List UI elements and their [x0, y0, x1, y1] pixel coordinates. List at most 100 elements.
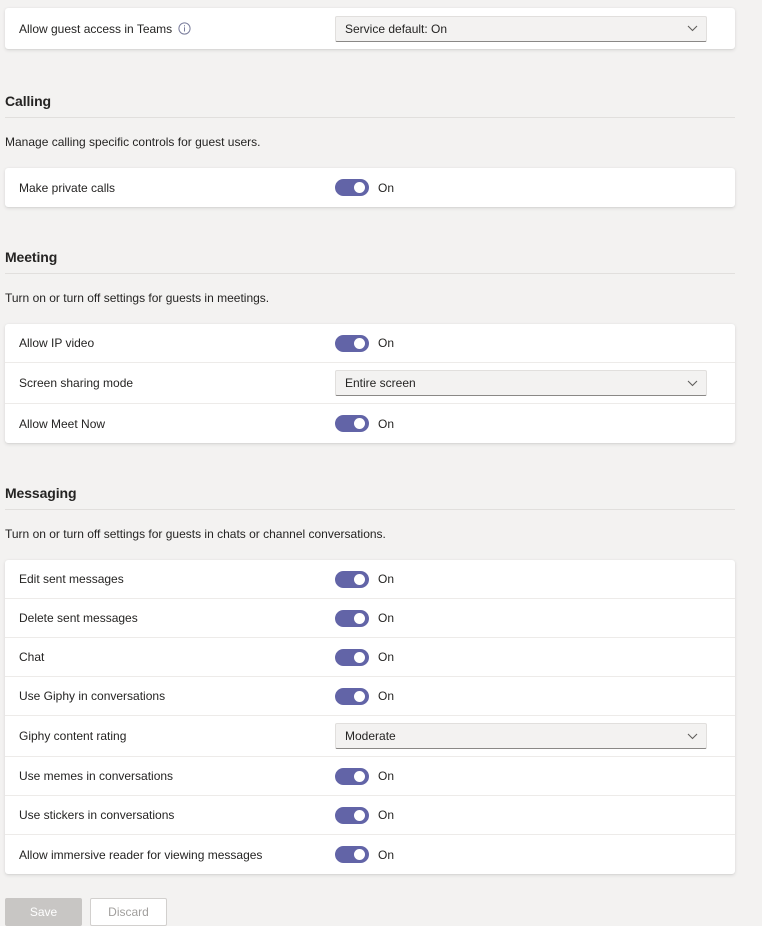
toggle-switch[interactable] — [335, 609, 369, 627]
settings-row-label: Delete sent messages — [19, 611, 138, 625]
save-button[interactable]: Save — [5, 898, 82, 926]
settings-row-label: Make private calls — [19, 180, 116, 195]
settings-row-control: On — [335, 806, 721, 824]
toggle-state-label: On — [378, 336, 395, 350]
settings-row-control: Entire screen — [335, 370, 721, 396]
toggle-wrap: On — [335, 846, 394, 863]
toggle-knob — [354, 182, 365, 193]
toggle-state-label: On — [378, 769, 395, 783]
toggle-switch[interactable] — [335, 179, 369, 196]
settings-row: Use Giphy in conversations On — [5, 677, 735, 716]
section-card: Make private calls On — [5, 168, 735, 207]
toggle-switch[interactable] — [335, 767, 369, 785]
dropdown-value: Moderate — [345, 729, 396, 743]
settings-row-label-wrap: Allow guest access in Teams — [19, 21, 335, 37]
toggle-switch[interactable] — [335, 334, 369, 352]
settings-row-label-wrap: Edit sent messages — [19, 571, 335, 587]
settings-row-control: On — [335, 179, 721, 196]
settings-row: Use stickers in conversations On — [5, 796, 735, 835]
settings-row-label-wrap: Make private calls — [19, 180, 335, 196]
section-card: Edit sent messages On Delete sent messages… — [5, 560, 735, 874]
toggle-switch[interactable] — [335, 806, 369, 824]
settings-row: Use memes in conversations On — [5, 757, 735, 796]
toggle-switch[interactable] — [335, 846, 369, 863]
settings-row-control: On — [335, 570, 721, 588]
toggle-knob — [354, 651, 365, 663]
toggle-knob — [354, 849, 365, 860]
settings-row: Allow IP video On — [5, 324, 735, 363]
toggle-state-label: On — [378, 650, 395, 664]
settings-row-label: Screen sharing mode — [19, 376, 134, 390]
toggle-wrap: On — [335, 179, 394, 196]
toggle-state-label: On — [378, 572, 395, 586]
section-title: Meeting — [5, 249, 58, 265]
settings-row: Screen sharing mode Entire screen — [5, 363, 735, 404]
settings-row: Allow immersive reader for viewing messa… — [5, 835, 735, 874]
toggle-wrap: On — [335, 415, 394, 432]
settings-row-label: Allow IP video — [19, 336, 95, 350]
settings-row-label-wrap: Delete sent messages — [19, 610, 335, 626]
toggle-state-label: On — [378, 180, 395, 195]
info-icon[interactable] — [178, 22, 191, 35]
toggle-wrap: On — [335, 687, 394, 705]
settings-row-control: On — [335, 415, 721, 432]
toggle-wrap: On — [335, 648, 395, 666]
settings-row: Giphy content rating Moderate — [5, 716, 735, 757]
settings-row-label: Allow guest access in Teams — [19, 21, 173, 36]
toggle-wrap: On — [335, 609, 395, 627]
guest-access-card: Allow guest access in Teams Service defau… — [5, 8, 735, 49]
toggle-state-label: On — [378, 808, 395, 822]
section-card: Allow IP video On Screen sharing mode Entir… — [5, 324, 735, 443]
settings-row-label-wrap: Giphy content rating — [19, 728, 335, 744]
guest-access-settings-page: Allow guest access in Teams Service defau… — [0, 0, 762, 926]
settings-row-label: Edit sent messages — [19, 572, 124, 586]
section-description: Turn on or turn off settings for guests … — [5, 291, 270, 305]
settings-row-control: Moderate — [335, 723, 721, 749]
dropdown-select[interactable]: Entire screen — [335, 370, 707, 396]
settings-row-control: On — [335, 334, 721, 352]
settings-row-label-wrap: Allow IP video — [19, 335, 335, 351]
settings-row-label: Giphy content rating — [19, 729, 127, 743]
settings-row-control: Service default: On — [335, 15, 721, 42]
settings-row-control: On — [335, 648, 721, 666]
toggle-switch[interactable] — [335, 687, 369, 705]
toggle-switch[interactable] — [335, 415, 369, 432]
toggle-state-label: On — [378, 847, 395, 862]
settings-row-label: Allow Meet Now — [19, 416, 106, 431]
settings-row-label-wrap: Allow immersive reader for viewing messa… — [19, 847, 335, 863]
settings-row: Allow guest access in Teams Service defau… — [5, 8, 735, 49]
settings-row-control: On — [335, 687, 721, 705]
toggle-knob — [354, 337, 365, 349]
settings-row-label-wrap: Use memes in conversations — [19, 768, 335, 784]
toggle-knob — [354, 770, 365, 782]
dropdown-select[interactable]: Service default: On — [335, 15, 707, 42]
toggle-wrap: On — [335, 570, 395, 588]
discard-button[interactable]: Discard — [90, 898, 167, 926]
toggle-state-label: On — [378, 611, 395, 625]
toggle-wrap: On — [335, 767, 395, 785]
chevron-down-icon — [687, 380, 698, 387]
section-title: Calling — [5, 93, 51, 109]
toggle-switch[interactable] — [335, 648, 369, 666]
chevron-down-icon — [687, 733, 698, 740]
settings-row: Allow Meet Now On — [5, 404, 735, 443]
settings-row-label-wrap: Chat — [19, 649, 335, 665]
dropdown-select[interactable]: Moderate — [335, 723, 707, 749]
dropdown-value: Entire screen — [345, 376, 416, 390]
toggle-switch[interactable] — [335, 570, 369, 588]
section-description: Turn on or turn off settings for guests … — [5, 527, 386, 541]
dropdown-value: Service default: On — [345, 21, 448, 36]
toggle-knob — [354, 690, 365, 702]
toggle-knob — [354, 418, 365, 429]
settings-row-label-wrap: Screen sharing mode — [19, 375, 335, 391]
settings-row-label: Allow immersive reader for viewing messa… — [19, 847, 263, 862]
settings-row-control: On — [335, 609, 721, 627]
settings-row-label: Chat — [19, 650, 45, 664]
